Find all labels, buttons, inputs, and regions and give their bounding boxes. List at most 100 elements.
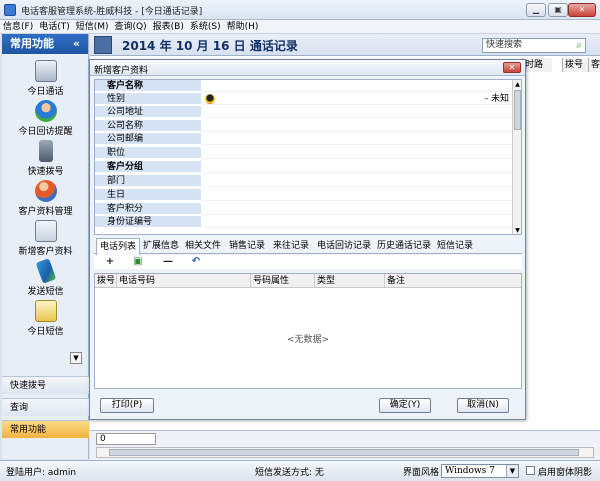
menu-system[interactable]: 系统(S) (187, 20, 224, 34)
scrollbar-thumb[interactable] (109, 449, 579, 456)
search-input[interactable]: 快速搜索 ⌕ (482, 38, 586, 53)
sidebar-tab-query[interactable]: 查询 (2, 398, 89, 416)
print-button[interactable]: 打印(P) (100, 398, 154, 413)
field-value[interactable] (202, 189, 513, 201)
field-label: 职位 (95, 147, 201, 159)
menu-query[interactable]: 查询(Q) (112, 20, 150, 34)
shadow-checkbox[interactable] (526, 466, 535, 475)
field-value[interactable] (202, 80, 513, 92)
save-icon[interactable]: ▣ (132, 256, 144, 268)
menu-phone[interactable]: 电话(T) (36, 20, 73, 34)
sidebar-item-label: 新增客户资料 (18, 247, 73, 257)
tab-phone-list[interactable]: 电话列表 (96, 238, 141, 255)
sidebar-item-label: 今日回访提醒 (18, 127, 73, 137)
form-row-postcode[interactable]: 公司邮编 (95, 133, 513, 145)
sidebar-tab-common[interactable]: 常用功能 (2, 420, 89, 438)
grid-column-header[interactable]: 备注 (385, 274, 521, 288)
restore-button[interactable]: ▣ (548, 3, 568, 17)
field-label: 客户分组 (95, 161, 201, 173)
tab-contact-records[interactable]: 来往记录 (270, 238, 312, 254)
undo-icon[interactable]: ↶ (190, 256, 202, 268)
sidebar-tab-quick-dial[interactable]: 快速拨号 (2, 376, 89, 394)
form-row-id-number[interactable]: 身份证编号 (95, 216, 513, 228)
minimize-button[interactable]: ▁ (526, 3, 546, 17)
form-vertical-scrollbar[interactable]: ▲ ▼ (512, 80, 521, 234)
scroll-up-icon[interactable]: ▲ (513, 80, 521, 89)
menu-report[interactable]: 报表(B) (150, 20, 187, 34)
field-value[interactable] (202, 203, 513, 215)
search-icon[interactable]: ⌕ (576, 39, 582, 52)
close-button[interactable]: ✕ (568, 3, 596, 17)
column-header[interactable]: 时路 (522, 58, 552, 72)
sidebar-item-callback-reminder[interactable]: 今日回访提醒 (2, 100, 89, 137)
grid-column-header[interactable]: 号码属性 (251, 274, 315, 288)
sidebar-item-send-sms[interactable]: 发送短信 (2, 258, 89, 297)
field-value[interactable] (202, 175, 513, 187)
form-row-department[interactable]: 部门 (95, 175, 513, 187)
phone-icon (38, 140, 53, 162)
scrollbar-thumb[interactable] (514, 90, 521, 130)
phone-list-toolbar: + ▣ — ↶ (94, 255, 522, 269)
add-icon[interactable]: + (104, 256, 116, 268)
form-row-customer-name[interactable]: 客户名称 (95, 80, 513, 92)
field-label: 公司名称 (95, 120, 201, 132)
penguin-icon (205, 94, 215, 104)
delete-icon[interactable]: — (162, 256, 174, 268)
form-row-company-name[interactable]: 公司名称 (95, 120, 513, 132)
sidebar-item-today-calls[interactable]: 今日通话 (2, 60, 89, 97)
app-icon (4, 4, 16, 16)
detail-tabs: 电话列表 扩展信息 相关文件 销售记录 来往记录 电话回访记录 历史通话记录 短… (94, 238, 522, 255)
menu-help[interactable]: 帮助(H) (224, 20, 262, 34)
field-value[interactable] (202, 133, 513, 145)
sidebar-item-label: 客户资料管理 (18, 207, 73, 217)
window-title: 电话客服管理系统-胜威科技 - [今日通话记录] (21, 7, 203, 17)
scroll-down-icon[interactable]: ▼ (513, 226, 521, 234)
sidebar-item-quick-dial[interactable]: 快速拨号 (2, 140, 89, 177)
grid-column-header[interactable]: 电话号码 (117, 274, 251, 288)
grid-column-header[interactable]: 拨号 (95, 274, 117, 288)
field-value[interactable] (202, 161, 513, 173)
form-row-gender[interactable]: 性别 - 未知 (95, 93, 513, 105)
ok-button[interactable]: 确定(Y) (379, 398, 431, 413)
chevron-down-icon: ▼ (506, 465, 518, 477)
collapse-icon[interactable]: « (73, 34, 80, 54)
form-row-points[interactable]: 客户积分 (95, 203, 513, 215)
column-header[interactable]: 客 (588, 58, 600, 72)
status-style-label: 界面风格 (403, 468, 440, 478)
grid-column-header[interactable]: 类型 (315, 274, 385, 288)
sidebar-scroll-down-button[interactable]: ▼ (70, 352, 82, 364)
records-footer: 0 (90, 430, 600, 460)
field-value[interactable] (202, 147, 513, 159)
tab-call-history[interactable]: 历史通话记录 (374, 238, 434, 254)
dialog-close-button[interactable]: ✕ (503, 62, 521, 73)
form-row-birthday[interactable]: 生日 (95, 189, 513, 201)
tab-extended-info[interactable]: 扩展信息 (140, 238, 182, 254)
field-label: 生日 (95, 189, 201, 201)
sidebar: 常用功能 « 今日通话 今日回访提醒 快速拨号 客户资料管理 新增客户资料 发送… (2, 34, 89, 459)
phone-list-grid: 拨号 电话号码 号码属性 类型 备注 <无数据> (94, 273, 522, 389)
form-row-company-address[interactable]: 公司地址 (95, 106, 513, 118)
sidebar-item-new-customer[interactable]: 新增客户资料 (2, 220, 89, 257)
sidebar-item-customer-management[interactable]: 客户资料管理 (2, 180, 89, 217)
dialog-title: 新增客户资料 (94, 66, 149, 76)
tab-sms-records[interactable]: 短信记录 (434, 238, 476, 254)
horizontal-scrollbar[interactable] (96, 447, 594, 458)
tab-related-files[interactable]: 相关文件 (182, 238, 224, 254)
field-value[interactable] (202, 120, 513, 132)
sidebar-item-today-sms[interactable]: 今日短信 (2, 300, 89, 337)
field-value[interactable] (202, 216, 513, 228)
gender-field[interactable]: - 未知 (202, 93, 513, 105)
tab-callback-records[interactable]: 电话回访记录 (314, 238, 374, 254)
tab-sales-records[interactable]: 销售记录 (226, 238, 268, 254)
menu-bar: 信息(F) 电话(T) 短信(M) 查询(Q) 报表(B) 系统(S) 帮助(H) (0, 20, 600, 34)
style-select[interactable]: Windows 7 ▼ (441, 464, 519, 478)
field-value[interactable] (202, 106, 513, 118)
menu-sms[interactable]: 短信(M) (73, 20, 112, 34)
customer-form: 客户名称 性别 - 未知 公司地址 公司名称 公司邮编 职位 客户分组 部门 生日… (94, 79, 522, 235)
title-bar: 电话客服管理系统-胜威科技 - [今日通话记录] ▁ ▣ ✕ (0, 0, 600, 20)
menu-info[interactable]: 信息(F) (0, 20, 36, 34)
column-header[interactable]: 拨号 (562, 58, 588, 72)
cancel-button[interactable]: 取消(N) (457, 398, 509, 413)
form-row-customer-group[interactable]: 客户分组 (95, 161, 513, 173)
form-row-position[interactable]: 职位 (95, 147, 513, 159)
